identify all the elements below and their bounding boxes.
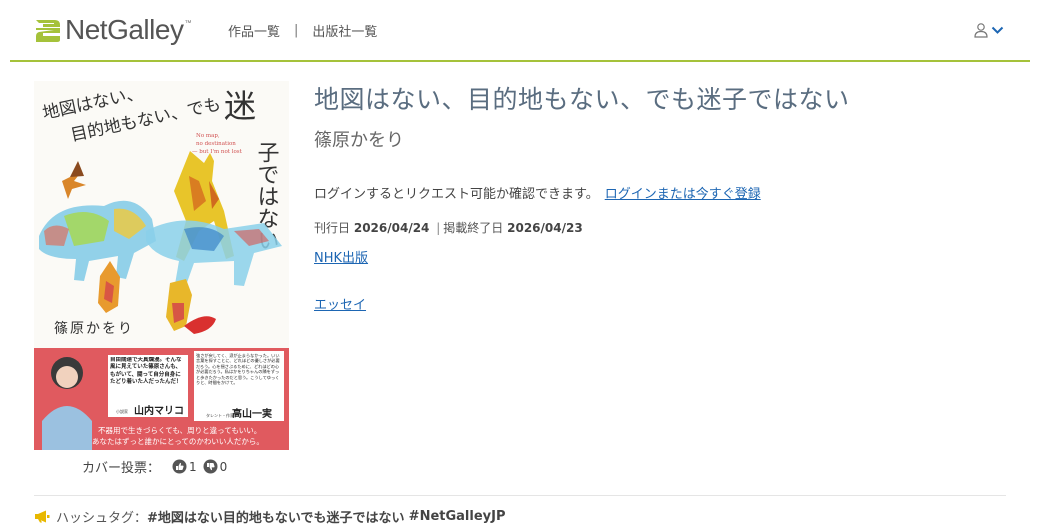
cover-blurb-left: 自由闊達で天真爛漫。そんな風に見えていた篠原さんも、もがいて、闘って自分自身にた… — [110, 357, 182, 386]
logo-text: NetGalley — [65, 14, 184, 45]
cover-english-2: no destination — [196, 141, 236, 147]
cover-blurb-right: 強さが戻してく、涙が止まらなかった。いい言葉を探すことに、どれほどの優しさが必要… — [196, 353, 280, 386]
nav-separator: | — [294, 23, 299, 38]
hashtag-label: ハッシュタグ： — [56, 511, 148, 526]
cover-blurb-left-role: 小説家 — [116, 408, 128, 414]
end-date-value: 2026/04/23 — [507, 221, 583, 235]
book-cover-art: 地図はない、 目的地もない、でも 迷 子ではない No map, no dest… — [34, 81, 289, 450]
publisher-link[interactable]: NHK出版 — [314, 247, 368, 266]
cover-title-big: 迷 — [224, 87, 256, 125]
pub-date-label: 刊行日 — [314, 221, 351, 235]
cover-vote-like-count: 1 — [189, 459, 197, 474]
cover-vote-label: カバー投票： — [82, 461, 161, 476]
book-cover[interactable]: 地図はない、 目的地もない、でも 迷 子ではない No map, no dest… — [34, 81, 289, 450]
cover-author: 篠原かをり — [54, 321, 134, 337]
book-title: 地図はない、目的地もない、でも迷子ではない — [314, 85, 850, 114]
cover-vote-like[interactable]: 1 — [172, 459, 197, 474]
cover-tagline-1: 不器用で生きづらくても、周りと違ってもいい。 — [98, 425, 261, 435]
logo-trademark: ™ — [184, 20, 192, 27]
cover-english-1: No map, — [196, 133, 220, 139]
login-register-link[interactable]: ログインまたは今すぐ登録 — [605, 187, 761, 202]
pub-date-value: 2026/04/24 — [353, 221, 430, 235]
nav-item-publishers[interactable]: 出版社一覧 — [312, 21, 377, 40]
megaphone-icon — [35, 510, 50, 523]
cover-vote-dislike[interactable]: 0 — [203, 459, 228, 474]
netgalley-logo-mark-icon — [36, 20, 60, 42]
cover-blurb-left-name: 山内マリコ — [134, 404, 184, 417]
cover-vote: カバー投票： 1 0 — [82, 457, 227, 476]
cover-blurb-right-role: タレント・作家 — [206, 412, 234, 418]
site-header: NetGalley ™ 作品一覧 | 出版社一覧 — [10, 0, 1030, 62]
login-prompt-text: ログインするとリクエスト可能か確認できます。 — [314, 187, 599, 202]
login-prompt-row: ログインするとリクエスト可能か確認できます。 ログインまたは今すぐ登録 — [314, 183, 761, 202]
netgalley-logo[interactable]: NetGalley ™ — [33, 14, 191, 46]
nav-item-titles[interactable]: 作品一覧 — [228, 21, 280, 40]
cover-vote-dislike-count: 0 — [219, 459, 228, 474]
hashtag-title: #地図はない目的地もないでも迷子ではない — [147, 511, 405, 526]
cover-blurb-right-name: 高山一実 — [232, 407, 272, 420]
book-author: 篠原かをり — [314, 130, 404, 151]
user-icon — [974, 23, 988, 38]
genre-link[interactable]: エッセイ — [314, 294, 366, 313]
date-separator: | — [436, 221, 441, 235]
hashtag-site: #NetGalleyJP — [408, 509, 506, 524]
main-nav: 作品一覧 | 出版社一覧 — [228, 21, 377, 40]
chevron-down-icon — [991, 26, 1004, 34]
hashtag-row: ハッシュタグ： #地図はない目的地もないでも迷子ではない #NetGalleyJ… — [34, 507, 506, 526]
user-menu-button[interactable] — [973, 22, 1004, 38]
book-dates: 刊行日 2026/04/24 | 掲載終了日 2026/04/23 — [314, 219, 583, 236]
hashtag-divider — [34, 495, 1006, 496]
cover-english-3: — but I'm not lost — [192, 149, 243, 155]
thumbs-up-icon — [172, 459, 187, 474]
end-date-label: 掲載終了日 — [443, 221, 504, 235]
cover-tagline-2: あなたはずっと誰かにとってのかわいい人だから。 — [92, 436, 264, 446]
thumbs-down-icon — [203, 459, 218, 474]
